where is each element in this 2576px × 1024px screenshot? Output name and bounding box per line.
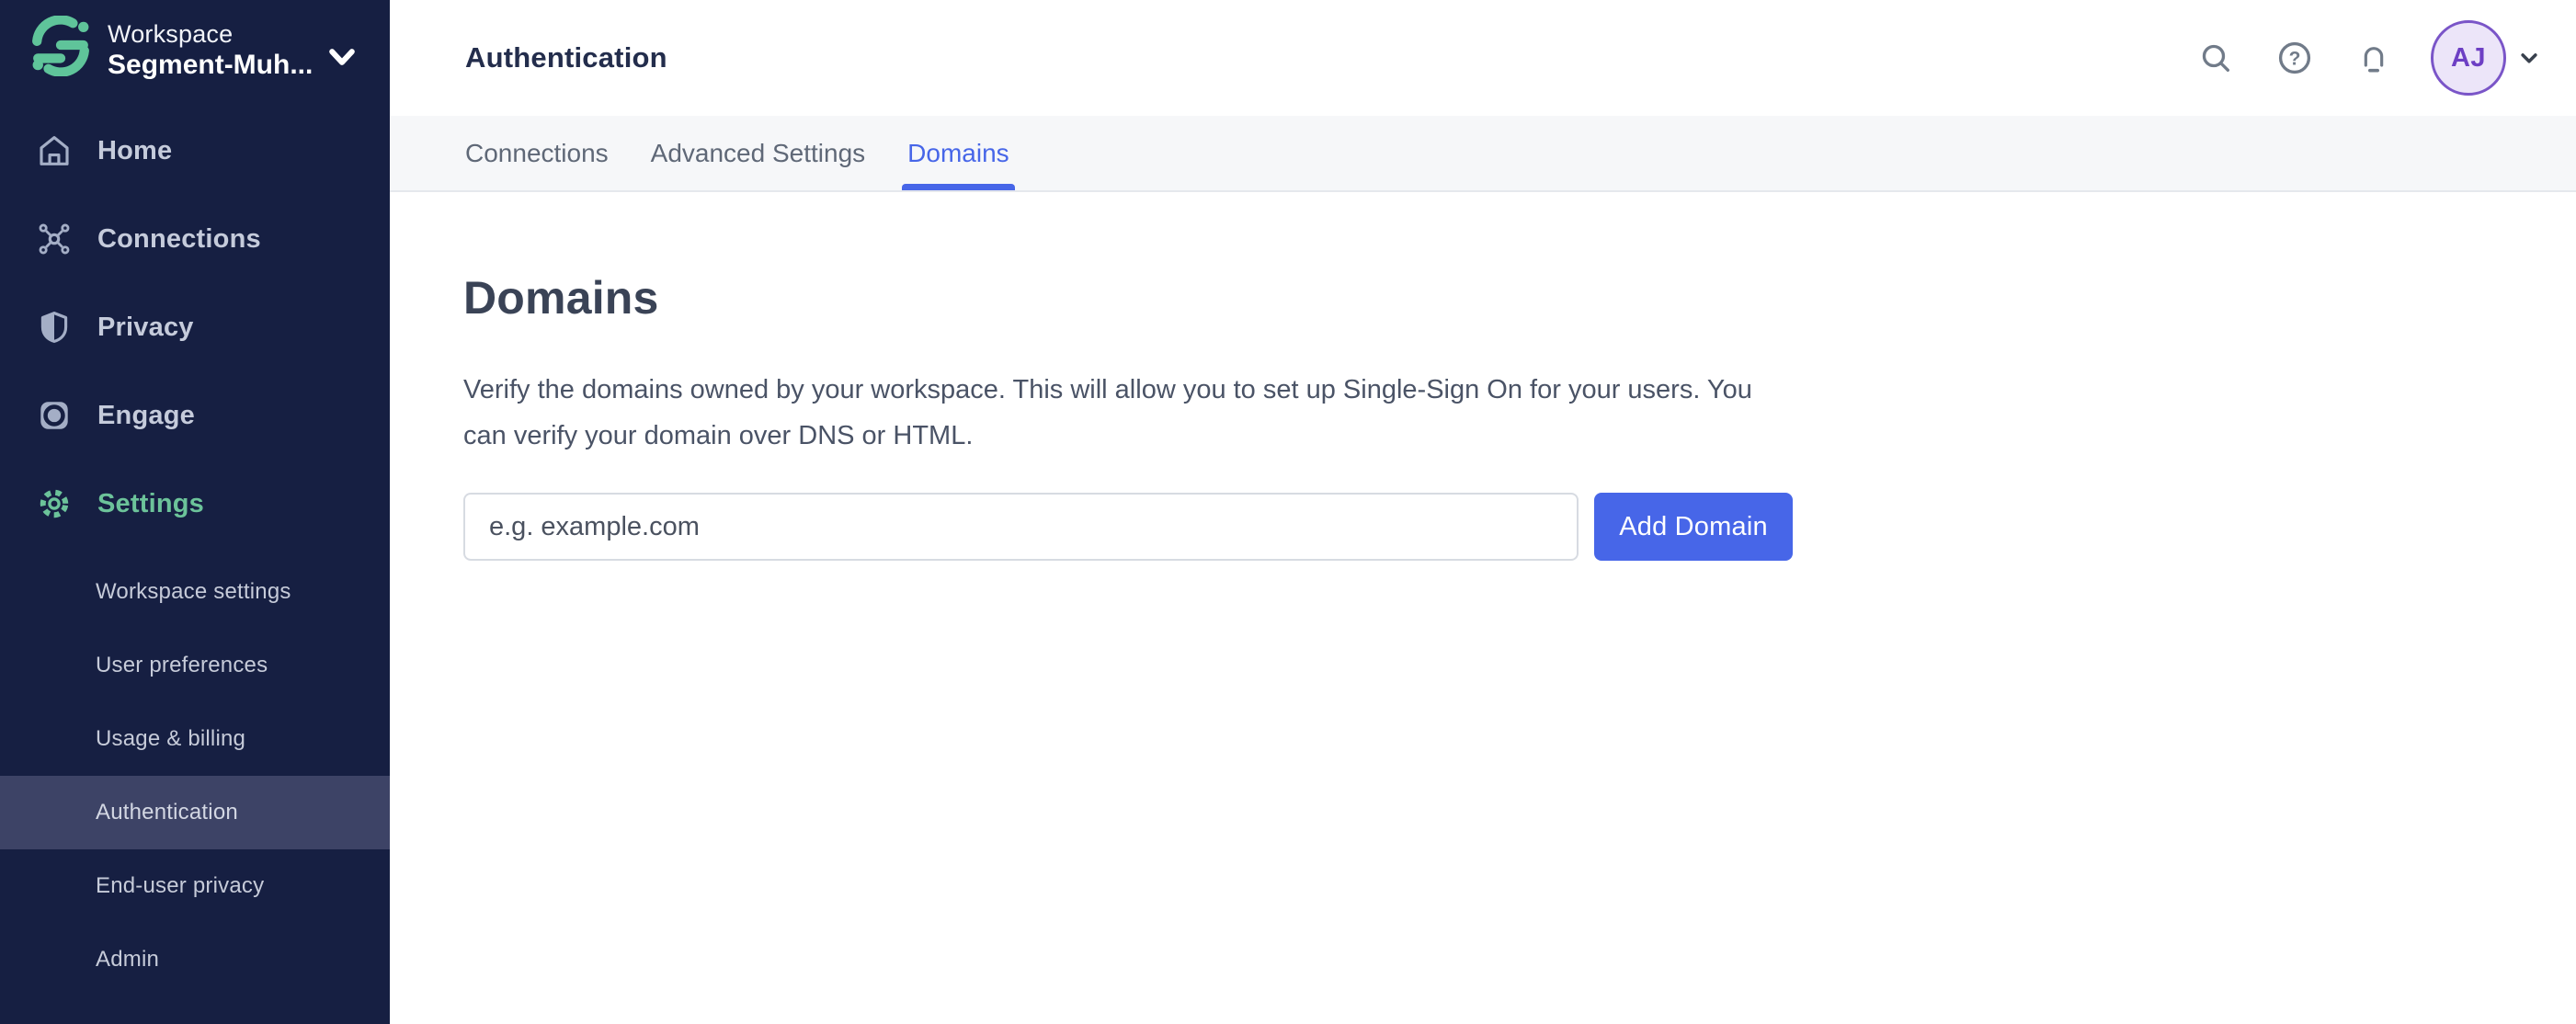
sidebar-item-label: Connections [97,223,261,254]
workspace-label: Workspace [108,20,234,48]
tab-domains[interactable]: Domains [902,116,1016,190]
add-domain-form: Add Domain [463,493,1793,561]
shield-icon [35,308,74,347]
subnav-item-user-preferences[interactable]: User preferences [0,629,390,702]
user-menu-chevron-down-icon[interactable] [2515,44,2543,72]
section-description: Verify the domains owned by your workspa… [463,375,1752,450]
sidebar-item-settings[interactable]: Settings [0,460,390,548]
connections-icon [35,220,74,258]
help-glyph: ? [2289,49,2301,70]
page-title: Authentication [465,41,667,74]
main-area: Authentication ? AJ Connections Advanced… [390,0,2576,1024]
avatar[interactable]: AJ [2431,20,2506,96]
subnav-item-admin[interactable]: Admin [0,923,390,996]
home-icon [35,131,74,170]
avatar-initials: AJ [2450,42,2487,73]
subnav-item-label: User preferences [96,653,268,677]
tab-advanced-settings[interactable]: Advanced Settings [651,116,866,190]
subnav-item-label: Authentication [96,800,238,825]
sidebar-nav: Home Connections Privacy Engage Settings [0,107,390,548]
workspace-switcher[interactable]: Workspace Segment-Muh... [0,0,390,101]
gear-icon [35,484,74,523]
sidebar-item-engage[interactable]: Engage [0,371,390,460]
subnav-item-label: Admin [96,947,160,972]
topbar-actions: ? AJ [2157,0,2543,116]
sidebar-item-label: Settings [97,488,204,518]
workspace-text: Workspace Segment-Muh... [108,19,319,82]
workspace-name: Segment-Muh... [108,50,313,80]
domain-input[interactable] [463,493,1579,561]
subnav-item-end-user-privacy[interactable]: End-user privacy [0,849,390,923]
segment-logo-icon [32,16,89,76]
subnav-item-authentication[interactable]: Authentication [0,776,390,849]
sidebar: Workspace Segment-Muh... Home Connection… [0,0,390,1024]
chevron-down-icon [329,49,355,65]
tabbar: Connections Advanced Settings Domains [390,116,2576,192]
bell-icon[interactable] [2354,38,2394,78]
sidebar-item-connections[interactable]: Connections [0,195,390,283]
sidebar-item-privacy[interactable]: Privacy [0,283,390,371]
section-heading: Domains [463,272,659,324]
sidebar-item-label: Home [97,135,173,165]
engage-icon [35,396,74,435]
subnav-item-label: Workspace settings [96,579,291,604]
topbar: Authentication ? AJ [390,0,2576,116]
subnav-item-label: Usage & billing [96,726,246,751]
sidebar-item-home[interactable]: Home [0,107,390,195]
help-icon[interactable]: ? [2274,38,2315,78]
search-icon[interactable] [2195,38,2236,78]
add-domain-button[interactable]: Add Domain [1594,493,1793,561]
tab-connections[interactable]: Connections [465,116,609,190]
sidebar-item-label: Engage [97,400,195,430]
subnav-item-workspace-settings[interactable]: Workspace settings [0,555,390,629]
settings-subnav: Workspace settings User preferences Usag… [0,555,390,996]
sidebar-item-label: Privacy [97,312,194,342]
subnav-item-usage-billing[interactable]: Usage & billing [0,702,390,776]
app-root: Workspace Segment-Muh... Home Connection… [0,0,2576,1024]
domains-section: Domains Verify the domains owned by your… [390,194,2576,561]
subnav-item-label: End-user privacy [96,873,265,898]
